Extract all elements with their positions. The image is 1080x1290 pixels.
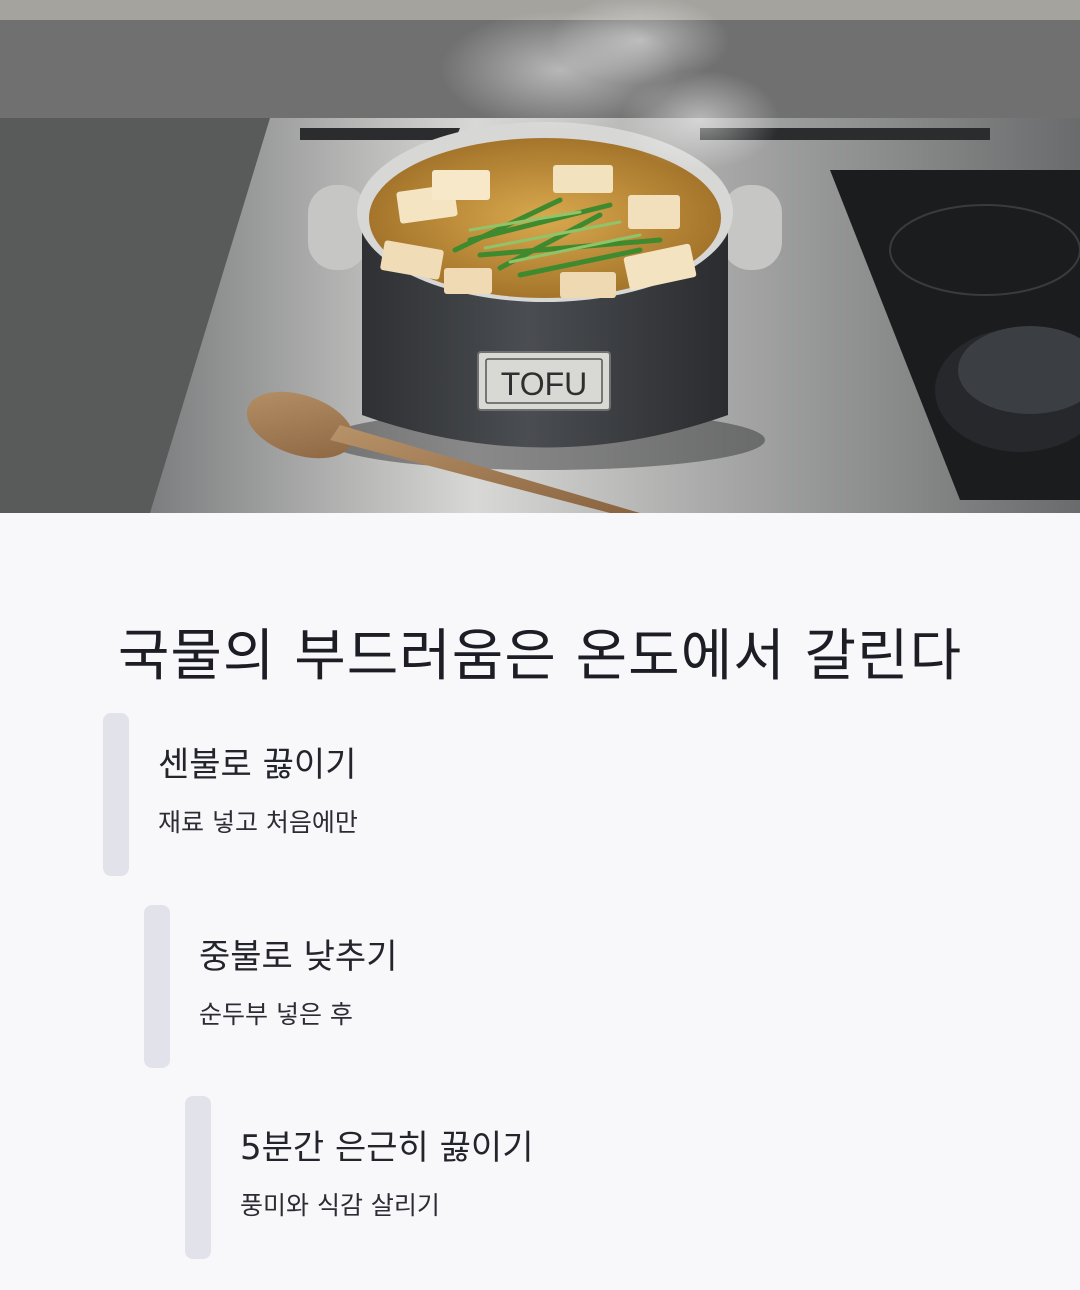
step-accent-bar [103,713,129,876]
step-accent-bar [185,1096,211,1259]
step-detail: 재료 넣고 처음에만 [158,808,358,837]
step-heading: 중불로 낮추기 [199,937,398,977]
step-detail: 순두부 넣은 후 [199,1000,353,1029]
step-heading: 5분간 은근히 끓이기 [240,1128,534,1168]
hero-image: TOFU [0,0,1080,513]
step-accent-bar [144,905,170,1068]
stew-pot-illustration: TOFU [0,0,1080,513]
step-detail: 풍미와 식감 살리기 [240,1191,440,1220]
page-title: 국물의 부드러움은 온도에서 갈린다 [117,624,963,689]
content-panel: 국물의 부드러움은 온도에서 갈린다 센불로 끓이기 재료 넣고 처음에만 중불… [0,513,1080,1290]
pot-label: TOFU [501,366,588,402]
step-heading: 센불로 끓이기 [158,745,357,785]
